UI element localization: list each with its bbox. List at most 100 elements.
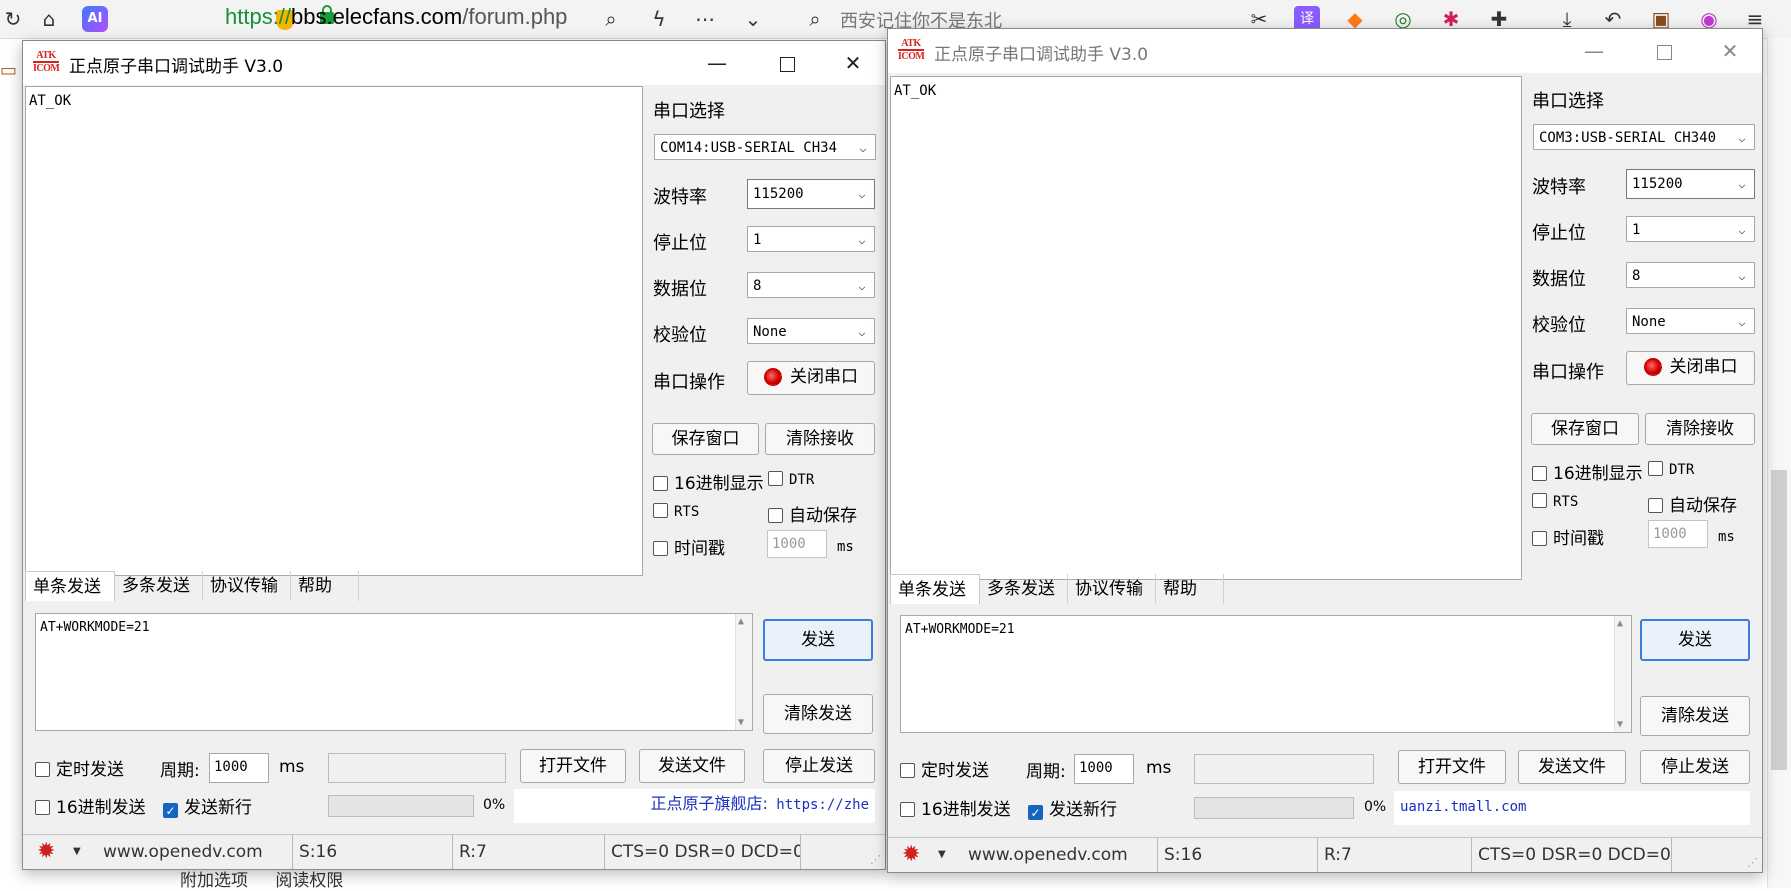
send-input[interactable]: AT+WORKMODE=21 ▲ ▼ xyxy=(35,613,753,731)
tab-multi-send[interactable]: 多条发送 xyxy=(115,571,203,601)
send-button[interactable]: 发送 xyxy=(1640,619,1750,661)
autosave-checkbox[interactable]: 自动保存 xyxy=(768,501,857,526)
port-select[interactable]: COM3:USB-SERIAL CH340 ⌵ xyxy=(1533,124,1755,150)
send-button[interactable]: 发送 xyxy=(763,619,873,661)
send-file-button[interactable]: 发送文件 xyxy=(639,749,745,783)
tab-protocol[interactable]: 协议传输 xyxy=(1068,574,1156,604)
hex-display-checkbox[interactable]: 16进制显示 xyxy=(653,469,764,494)
port-select[interactable]: COM14:USB-SERIAL CH34 ⌵ xyxy=(654,134,876,160)
caret-down-icon[interactable]: ▼ xyxy=(73,835,81,869)
chevron-down-icon[interactable]: ⌄ xyxy=(740,6,766,32)
minimize-icon[interactable]: — xyxy=(695,45,739,81)
status-website[interactable]: www.openedv.com xyxy=(962,838,1158,872)
timestamp-checkbox[interactable]: 时间戳 xyxy=(1532,524,1604,549)
home-icon[interactable]: ⌂ xyxy=(36,6,62,32)
baud-select[interactable]: 115200 ⌵ xyxy=(747,179,875,209)
tab-multi-send[interactable]: 多条发送 xyxy=(980,574,1068,604)
save-window-button[interactable]: 保存窗口 xyxy=(652,423,759,455)
search-icon[interactable]: ⌕ xyxy=(598,6,624,32)
baud-select[interactable]: 115200 ⌵ xyxy=(1626,169,1755,199)
caret-down-icon[interactable]: ▼ xyxy=(938,838,946,872)
open-file-button[interactable]: 打开文件 xyxy=(520,749,626,783)
send-newline-checkbox[interactable]: ✓ 发送新行 xyxy=(163,793,252,818)
tab-help[interactable]: 帮助 xyxy=(1156,574,1224,604)
chevron-down-icon: ⌵ xyxy=(855,135,871,159)
clear-send-button[interactable]: 清除发送 xyxy=(763,694,873,734)
period-input[interactable]: 1000 xyxy=(209,753,269,783)
data-bits-select[interactable]: 8 ⌵ xyxy=(747,272,875,298)
title-bar[interactable]: ATK ICOM 正点原子串口调试助手 V3.0 — ✕ xyxy=(888,29,1762,73)
resize-grip-icon[interactable]: ⋰ xyxy=(1747,856,1758,869)
baud-label: 波特率 xyxy=(653,187,707,208)
scrollbar-thumb[interactable] xyxy=(1771,470,1787,770)
period-unit: ms xyxy=(1146,758,1172,778)
page-link[interactable]: 阅读权限 xyxy=(275,871,343,891)
timestamp-interval-input[interactable]: 1000 xyxy=(767,530,827,558)
shop-link[interactable]: 正点原子旗舰店: https://zhe xyxy=(514,789,875,823)
lightning-icon[interactable]: ϟ xyxy=(646,6,672,32)
parity-select[interactable]: None ⌵ xyxy=(747,318,875,344)
send-input[interactable]: AT+WORKMODE=21 ▲ ▼ xyxy=(900,615,1632,733)
clear-receive-button[interactable]: 清除接收 xyxy=(1645,413,1755,445)
send-newline-checkbox[interactable]: ✓ 发送新行 xyxy=(1028,795,1117,820)
send-file-button[interactable]: 发送文件 xyxy=(1518,750,1626,784)
minimize-icon[interactable]: — xyxy=(1572,33,1616,69)
ai-icon[interactable]: AI xyxy=(82,6,108,32)
scroll-down-icon[interactable]: ▼ xyxy=(1617,719,1623,730)
timestamp-interval-input[interactable]: 1000 xyxy=(1648,520,1708,548)
parity-select[interactable]: None ⌵ xyxy=(1626,308,1755,334)
tab-single-send[interactable]: 单条发送 xyxy=(25,571,115,601)
timestamp-checkbox[interactable]: 时间戳 xyxy=(653,534,725,559)
maximize-icon[interactable] xyxy=(765,45,809,81)
scroll-down-icon[interactable]: ▼ xyxy=(738,717,744,728)
open-file-button[interactable]: 打开文件 xyxy=(1398,750,1506,784)
close-port-button[interactable]: 关闭串口 xyxy=(747,361,875,395)
close-icon[interactable]: ✕ xyxy=(831,45,875,81)
period-label: 周期: xyxy=(160,761,200,781)
gear-icon[interactable]: ✹ xyxy=(37,840,61,864)
more-icon[interactable]: ⋯ xyxy=(692,6,718,32)
shop-link[interactable]: uanzi.tmall.com xyxy=(1394,791,1750,825)
maximize-icon[interactable] xyxy=(1642,33,1686,69)
period-progress xyxy=(1194,754,1374,784)
hex-send-checkbox[interactable]: 16进制发送 xyxy=(35,793,146,818)
stop-bits-select[interactable]: 1 ⌵ xyxy=(747,226,875,252)
reload-icon[interactable]: ↻ xyxy=(0,6,26,32)
scroll-up-icon[interactable]: ▲ xyxy=(738,616,744,627)
stop-send-button[interactable]: 停止发送 xyxy=(763,749,875,783)
scroll-up-icon[interactable]: ▲ xyxy=(1617,618,1623,629)
close-port-button[interactable]: 关闭串口 xyxy=(1626,351,1755,385)
resize-grip-icon[interactable]: ⋰ xyxy=(870,853,881,866)
close-icon[interactable]: ✕ xyxy=(1708,33,1752,69)
send-scrollbar[interactable]: ▲ ▼ xyxy=(1614,616,1631,732)
title-bar[interactable]: ATK ICOM 正点原子串口调试助手 V3.0 — ✕ xyxy=(23,41,885,85)
gear-icon[interactable]: ✹ xyxy=(902,843,926,867)
hex-send-checkbox[interactable]: 16进制发送 xyxy=(900,795,1011,820)
autosave-checkbox[interactable]: 自动保存 xyxy=(1648,491,1737,516)
data-bits-select[interactable]: 8 ⌵ xyxy=(1626,262,1755,288)
tab-help[interactable]: 帮助 xyxy=(291,571,359,601)
dtr-checkbox[interactable]: DTR xyxy=(768,471,814,488)
url-text[interactable]: https://bbs.elecfans.com/forum.php xyxy=(225,4,567,30)
rts-checkbox[interactable]: RTS xyxy=(653,503,699,520)
rts-checkbox[interactable]: RTS xyxy=(1532,493,1578,510)
stop-send-button[interactable]: 停止发送 xyxy=(1640,750,1750,784)
receive-area[interactable]: AT_OK xyxy=(25,86,643,576)
status-website[interactable]: www.openedv.com xyxy=(97,835,293,869)
send-scrollbar[interactable]: ▲ ▼ xyxy=(735,614,752,730)
data-bits-label: 数据位 xyxy=(653,279,707,300)
hex-display-checkbox[interactable]: 16进制显示 xyxy=(1532,459,1643,484)
send-tabs: 单条发送 多条发送 协议传输 帮助 xyxy=(25,571,635,601)
period-input[interactable]: 1000 xyxy=(1074,754,1134,784)
receive-area[interactable]: AT_OK xyxy=(890,76,1522,580)
clear-send-button[interactable]: 清除发送 xyxy=(1640,696,1750,736)
save-window-button[interactable]: 保存窗口 xyxy=(1531,413,1639,445)
stop-bits-select[interactable]: 1 ⌵ xyxy=(1626,216,1755,242)
timed-send-checkbox[interactable]: 定时发送 xyxy=(900,756,989,781)
tab-protocol[interactable]: 协议传输 xyxy=(203,571,291,601)
page-link[interactable]: 附加选项 xyxy=(180,871,248,891)
tab-single-send[interactable]: 单条发送 xyxy=(890,574,980,604)
dtr-checkbox[interactable]: DTR xyxy=(1648,461,1694,478)
clear-receive-button[interactable]: 清除接收 xyxy=(765,423,875,455)
timed-send-checkbox[interactable]: 定时发送 xyxy=(35,755,124,780)
